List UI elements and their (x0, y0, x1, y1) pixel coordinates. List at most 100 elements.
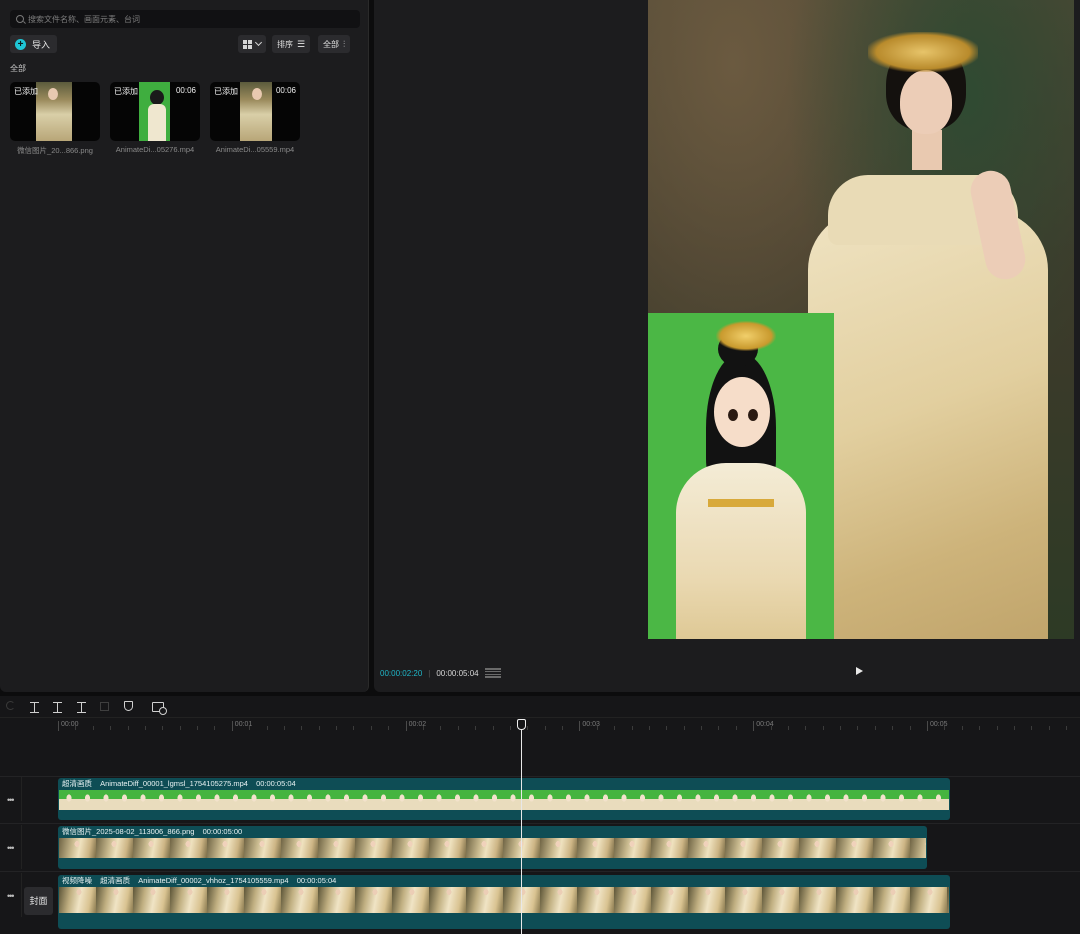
ruler-tick (370, 726, 372, 730)
ruler-tick (527, 726, 529, 730)
asset-card[interactable]: 已添加 00:06 AnimateDi...05559.mp4 (210, 82, 300, 154)
sort-label: 排序 (277, 39, 293, 49)
clip-track-3[interactable]: 视频降噪 超清画质 AnimateDiff_00002_vhhoz_175410… (58, 875, 950, 929)
ruler-tick (336, 726, 338, 730)
asset-card[interactable]: 已添加 微信图片_20...866.png (10, 82, 100, 156)
pip-overlay-video[interactable] (648, 313, 834, 639)
total-time: 00:00:05:04 (436, 668, 479, 678)
ruler-tick (892, 726, 894, 730)
ruler-tick (857, 726, 859, 730)
ruler-tick (283, 726, 285, 730)
more-icon[interactable]: ••• (7, 795, 15, 805)
clip-duration: 00:00:05:04 (296, 876, 337, 885)
clip-duration: 00:00:05:04 (256, 779, 296, 788)
ruler-tick (840, 726, 842, 730)
ruler-tick (457, 726, 459, 730)
ruler-tick (562, 726, 564, 730)
ruler-tick (735, 726, 737, 730)
playhead[interactable] (521, 726, 522, 934)
timecode: 00:00:02:20 | 00:00:05:04 (380, 668, 501, 678)
split-icon[interactable] (30, 702, 39, 713)
ruler-tick (770, 726, 772, 730)
section-label: 全部 (10, 64, 26, 73)
import-button[interactable]: + 导入 (10, 35, 58, 53)
filter-button[interactable]: 全部 ⫶ (318, 35, 351, 53)
ruler-tick (805, 726, 807, 730)
asset-thumbnail[interactable]: 已添加 00:06 (110, 82, 200, 141)
media-panel: + 导入 排序 ☰ 全部 ⫶ 全部 已添加 微信图片_20...866.png … (0, 0, 369, 692)
ruler-tick (1048, 726, 1050, 730)
preview-canvas[interactable] (648, 0, 1074, 639)
clip-tag: 超清画质 (100, 876, 131, 885)
ruler-tick (648, 726, 650, 730)
clip-filmstrip (59, 838, 926, 858)
clip-name: AnimateDiff_00001_lgmsl_1754105275.mp4 (100, 779, 248, 788)
clip-duration: 00:00:05:00 (202, 827, 243, 836)
current-time: 00:00:02:20 (380, 668, 423, 678)
delete-icon[interactable] (100, 702, 109, 711)
ruler-tick (162, 726, 164, 730)
ruler-tick (266, 726, 268, 730)
clip-tag: 超清画质 (62, 779, 92, 788)
ruler-tick (701, 726, 703, 730)
asset-duration: 00:06 (175, 86, 196, 95)
clip-name: AnimateDiff_00002_vhhoz_1754105559.mp4 (138, 876, 289, 885)
trim-left-icon[interactable] (53, 702, 62, 713)
view-mode-button[interactable] (238, 35, 266, 53)
ruler-tick (492, 726, 494, 730)
clip-name: 微信图片_2025-08-02_113006_866.png (62, 827, 195, 836)
asset-thumbnail[interactable]: 已添加 00:06 (210, 82, 300, 141)
clip-tag: 视频降噪 (62, 876, 92, 885)
timecode-format-icon[interactable] (484, 668, 501, 678)
track-header[interactable]: ••• (0, 873, 22, 917)
ruler-tick (718, 726, 720, 730)
play-icon[interactable] (856, 667, 863, 675)
ruler-tick (214, 726, 216, 730)
time-ruler[interactable]: 00:00 00:01 00:02 00:03 00:04 00:05 (58, 718, 1080, 734)
shield-icon[interactable] (124, 701, 133, 711)
more-icon[interactable]: ••• (7, 891, 15, 901)
asset-duration: 00:06 (275, 86, 296, 95)
ruler-tick (92, 726, 94, 730)
undo-icon[interactable] (6, 701, 15, 710)
ruler-tick (996, 726, 998, 730)
ruler-tick (144, 726, 146, 730)
ruler-tick (422, 726, 424, 730)
search-box[interactable] (10, 10, 360, 28)
ruler-tick (509, 726, 511, 730)
ruler-tick (596, 726, 598, 730)
ruler-tick (179, 726, 181, 730)
ruler-tick (979, 726, 981, 730)
ruler-tick (110, 726, 112, 730)
plus-icon: + (15, 38, 26, 50)
added-badge: 已添加 (14, 87, 38, 96)
ruler-tick (874, 726, 876, 730)
ruler-tick (301, 726, 303, 730)
trim-right-icon[interactable] (77, 702, 86, 713)
sort-button[interactable]: 排序 ☰ (272, 35, 311, 53)
search-input[interactable] (28, 14, 348, 24)
image-edit-icon[interactable] (152, 702, 167, 715)
search-icon (16, 15, 24, 23)
asset-thumbnail[interactable]: 已添加 (10, 82, 100, 141)
ruler-tick (440, 726, 442, 730)
ruler-tick (1066, 726, 1068, 730)
asset-image (139, 82, 170, 141)
playhead-handle[interactable] (517, 719, 526, 730)
ruler-tick (318, 726, 320, 730)
ruler-tick (1031, 726, 1033, 730)
ruler-tick (909, 726, 911, 730)
asset-name: AnimateDi...05276.mp4 (115, 145, 195, 154)
filter-icon: ⫶ (343, 38, 346, 49)
track-header[interactable]: ••• (0, 825, 22, 869)
added-badge: 已添加 (214, 87, 238, 96)
asset-card[interactable]: 已添加 00:06 AnimateDi...05276.mp4 (110, 82, 200, 154)
cover-button[interactable]: 封面 (24, 887, 53, 915)
ruler-tick (683, 726, 685, 730)
asset-name: AnimateDi...05559.mp4 (215, 145, 295, 154)
ruler-tick (475, 726, 477, 730)
clip-track-1[interactable]: 超清画质 AnimateDiff_00001_lgmsl_1754105275.… (58, 778, 950, 820)
clip-track-2[interactable]: 微信图片_2025-08-02_113006_866.png 00:00:05:… (58, 826, 927, 869)
track-header[interactable]: ••• (0, 777, 22, 821)
more-icon[interactable]: ••• (7, 843, 15, 853)
